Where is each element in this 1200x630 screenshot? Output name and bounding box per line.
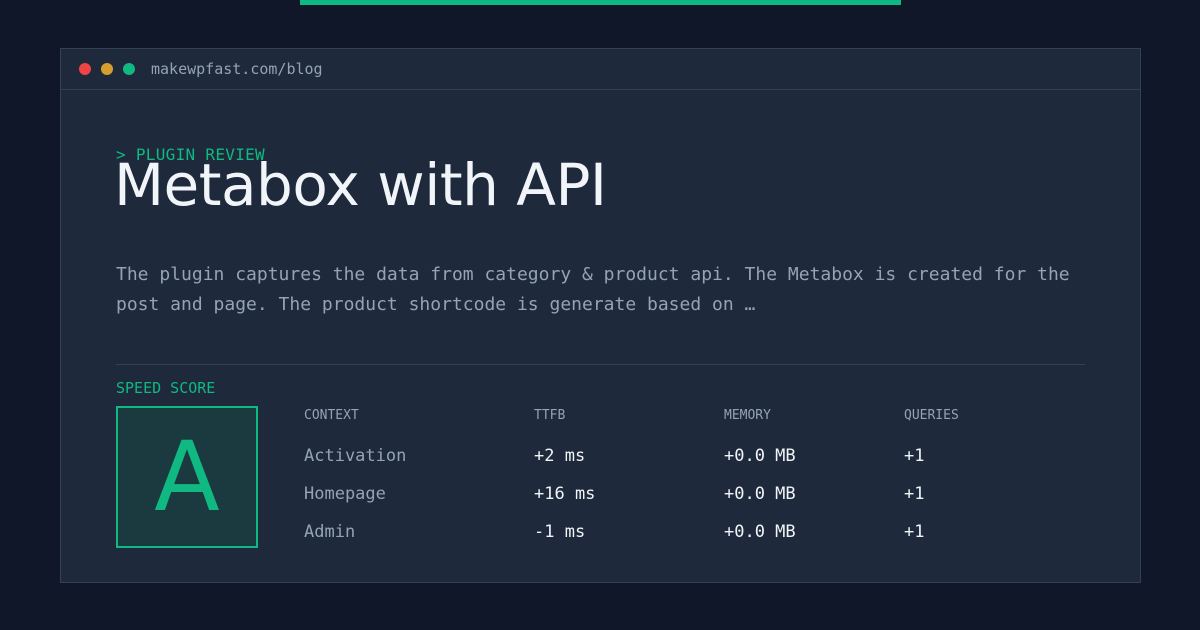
row-context: Homepage xyxy=(304,484,386,504)
page-title: Metabox with API xyxy=(114,151,607,219)
row-memory: +0.0 MB xyxy=(724,446,796,466)
row-ttfb: -1 ms xyxy=(534,522,586,542)
accent-bar xyxy=(300,0,901,5)
row-ttfb: +16 ms xyxy=(534,484,596,504)
row-ttfb: +2 ms xyxy=(534,446,586,466)
row-memory: +0.0 MB xyxy=(724,484,796,504)
post-description: The plugin captures the data from catego… xyxy=(116,264,1070,315)
speed-score-label: SPEED SCORE xyxy=(116,379,216,397)
browser-window: makewpfast.com/blog > PLUGIN REVIEW Meta… xyxy=(60,48,1141,583)
row-queries: +1 xyxy=(904,522,925,542)
row-memory: +0.0 MB xyxy=(724,522,796,542)
column-header-memory: MEMORY xyxy=(724,408,771,423)
maximize-dot-icon[interactable] xyxy=(123,63,135,75)
row-context: Activation xyxy=(304,446,407,466)
row-queries: +1 xyxy=(904,484,925,504)
minimize-dot-icon[interactable] xyxy=(101,63,113,75)
speed-grade-badge: A xyxy=(116,406,258,548)
column-header-ttfb: TTFB xyxy=(534,408,566,423)
url-text: makewpfast.com/blog xyxy=(151,60,323,78)
speed-grade: A xyxy=(154,421,220,533)
column-header-context: CONTEXT xyxy=(304,408,359,423)
row-queries: +1 xyxy=(904,446,925,466)
row-context: Admin xyxy=(304,522,356,542)
window-titlebar: makewpfast.com/blog xyxy=(61,49,1140,90)
section-divider xyxy=(116,364,1085,365)
column-header-queries: QUERIES xyxy=(904,408,959,423)
close-dot-icon[interactable] xyxy=(79,63,91,75)
